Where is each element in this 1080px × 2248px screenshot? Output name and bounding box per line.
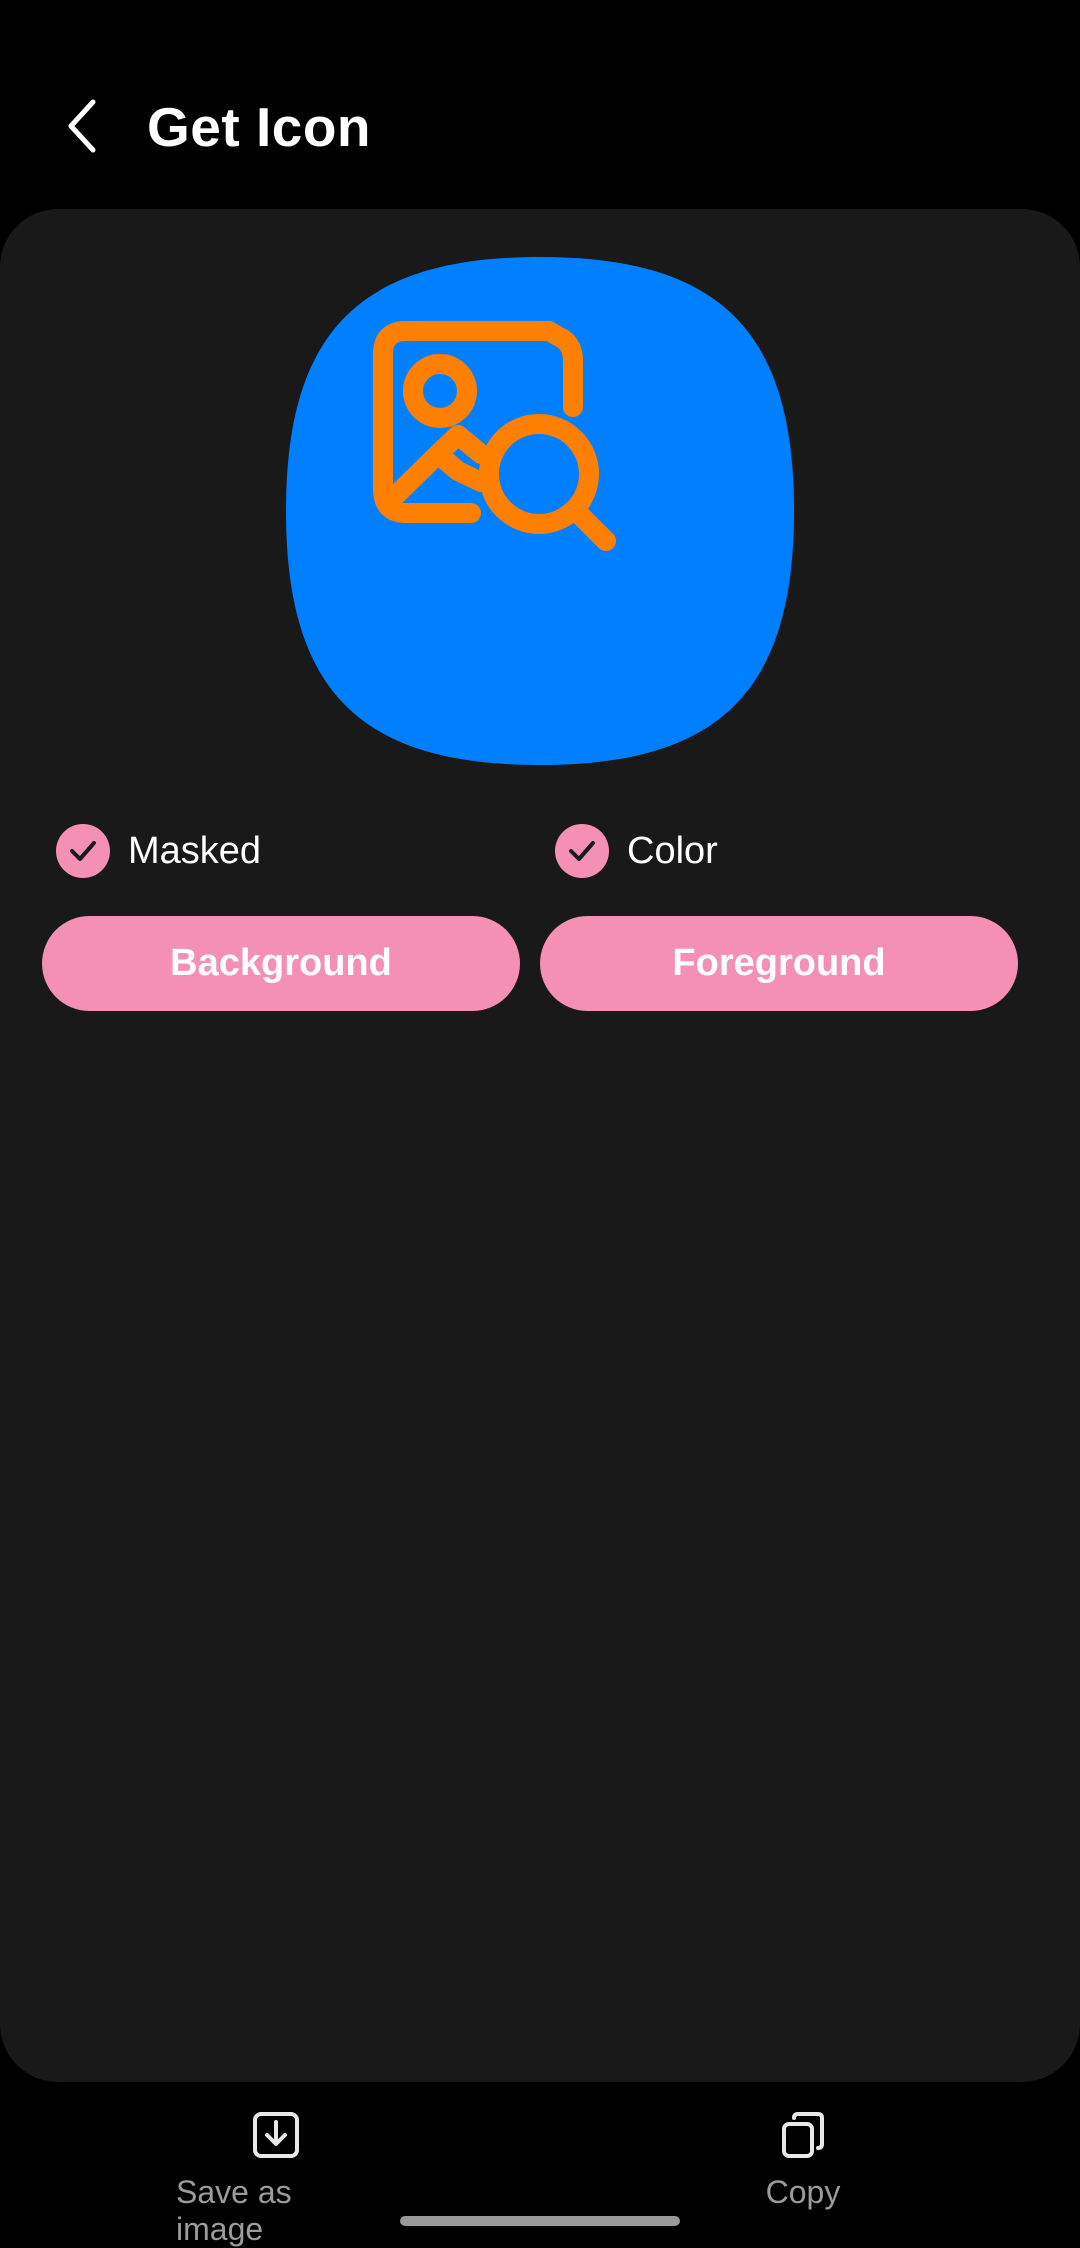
color-checkbox[interactable] xyxy=(555,824,609,878)
check-icon xyxy=(569,841,595,861)
masked-checkbox[interactable] xyxy=(56,824,110,878)
copy-button[interactable]: Copy xyxy=(713,2110,893,2211)
home-indicator[interactable] xyxy=(400,2216,680,2226)
check-icon xyxy=(70,841,96,861)
chevron-left-icon xyxy=(68,99,96,153)
page-title: Get Icon xyxy=(147,96,372,158)
save-as-image-label: Save as image xyxy=(176,2174,292,2247)
color-label: Color xyxy=(627,829,718,872)
top-app-bar: Get Icon xyxy=(0,0,1080,210)
masked-label: Masked xyxy=(128,829,262,872)
download-icon xyxy=(253,2112,299,2158)
back-button[interactable] xyxy=(48,86,118,166)
copy-icon xyxy=(782,2112,824,2158)
icon-preview xyxy=(286,257,794,765)
foreground-button[interactable]: Foreground xyxy=(540,916,1018,1011)
icon-card: Masked Color Background Foreground xyxy=(0,209,1080,2082)
color-checkbox-row[interactable]: Color xyxy=(555,815,718,887)
save-as-image-button[interactable]: Save as image xyxy=(176,2110,376,2248)
background-button[interactable]: Background xyxy=(42,916,520,1011)
masked-checkbox-row[interactable]: Masked xyxy=(56,815,261,887)
copy-label: Copy xyxy=(765,2174,841,2210)
